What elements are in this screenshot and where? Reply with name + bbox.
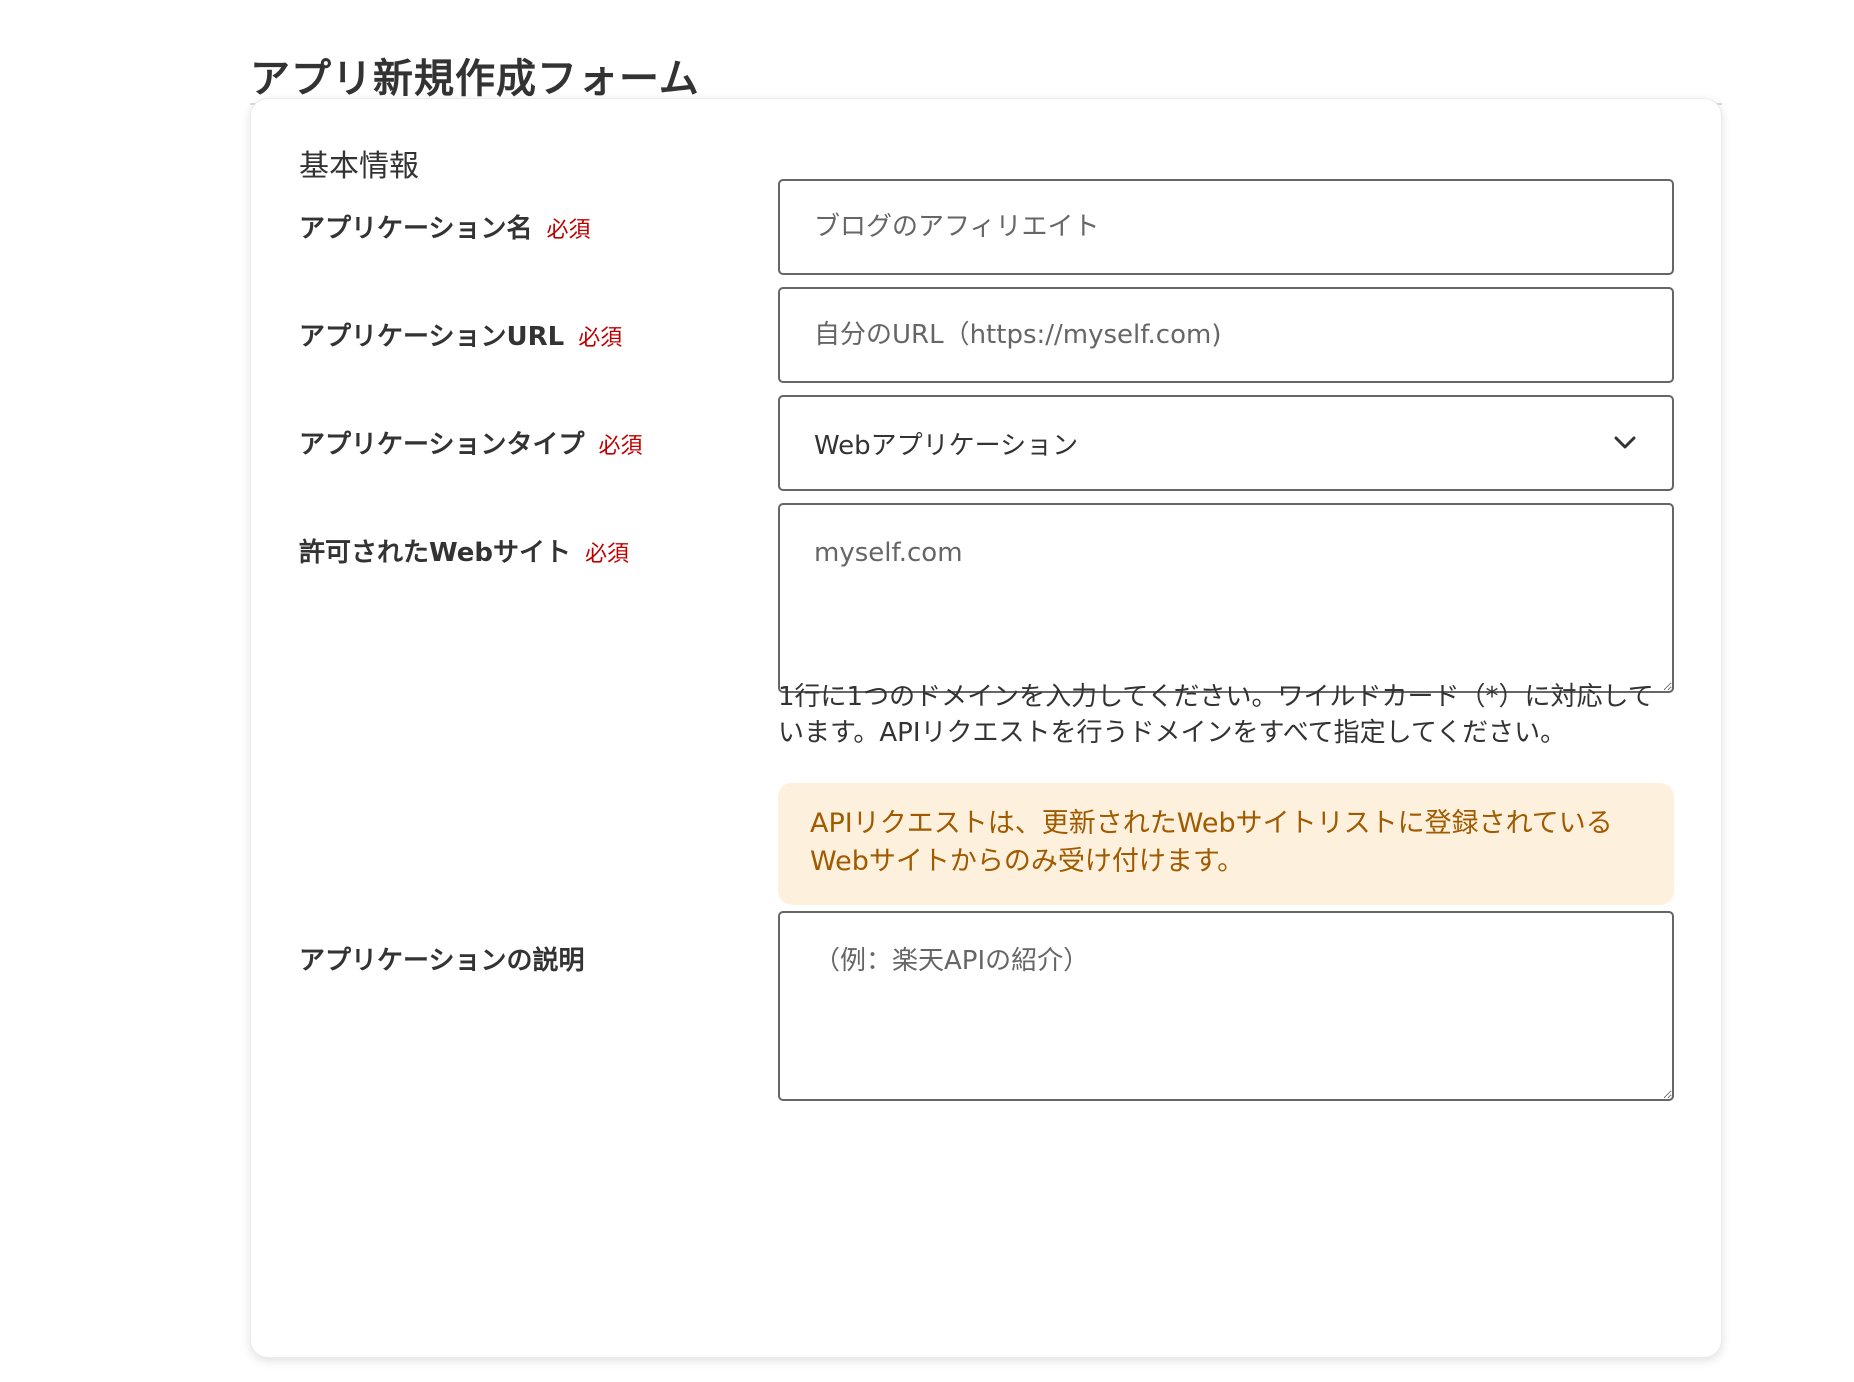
allowed-sites-help-text: 1行に1つのドメインを入力してください。ワイルドカード（*）に対応しています。A… [778, 682, 1654, 748]
app-type-label-text: アプリケーションタイプ [299, 430, 585, 460]
allowed-sites-label: 許可されたWebサイト 必須 [299, 533, 629, 575]
app-url-input[interactable] [778, 287, 1674, 383]
app-type-label: アプリケーションタイプ 必須 [299, 425, 643, 467]
allowed-sites-label-text: 許可されたWebサイト [299, 538, 571, 568]
description-textarea[interactable] [778, 911, 1674, 1101]
app-type-select[interactable]: Webアプリケーション [778, 395, 1674, 491]
app-type-selected-value: Webアプリケーション [814, 430, 1079, 461]
app-name-label-text: アプリケーション名 [299, 214, 533, 244]
page-title: アプリ新規作成フォーム [250, 53, 1722, 105]
required-badge: 必須 [578, 326, 623, 351]
api-notice-box: APIリクエストは、更新されたWebサイトリストに登録されているWebサイトから… [778, 783, 1674, 905]
description-label: アプリケーションの説明 [299, 941, 584, 981]
app-name-input[interactable] [778, 179, 1674, 275]
app-name-label: アプリケーション名 必須 [299, 209, 591, 251]
app-url-label-text: アプリケーションURL [299, 322, 565, 352]
required-badge: 必須 [598, 434, 643, 459]
description-label-text: アプリケーションの説明 [299, 946, 585, 976]
required-badge: 必須 [585, 542, 630, 567]
required-badge: 必須 [546, 218, 591, 243]
section-heading-basic-info: 基本情報 [299, 149, 419, 184]
allowed-sites-textarea[interactable] [778, 503, 1674, 693]
form-card: 基本情報 アプリケーション名必須 アプリケーションURL必須 アプリケーションタ… [250, 98, 1722, 1358]
chevron-down-icon [1612, 430, 1638, 456]
app-url-label: アプリケーションURL 必須 [299, 317, 622, 359]
